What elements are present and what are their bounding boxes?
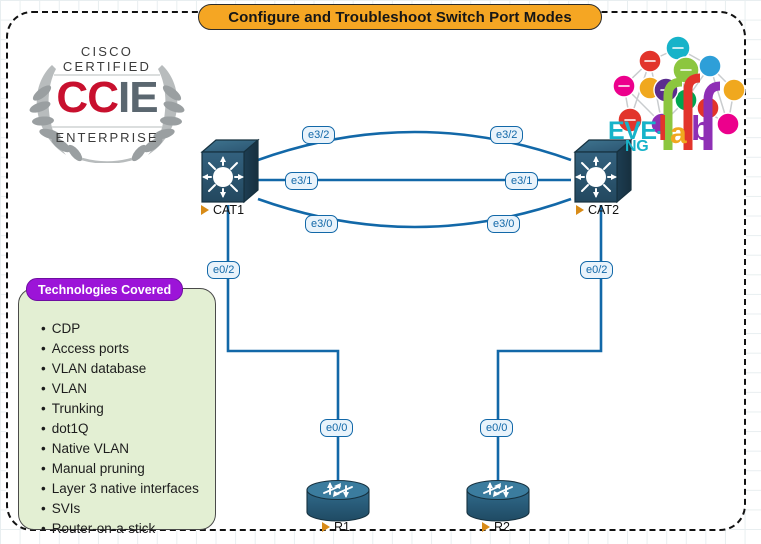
- interface-label-cat2-e3-0[interactable]: e3/0: [487, 215, 521, 233]
- interface-label-cat1-e3-2[interactable]: e3/2: [302, 126, 336, 144]
- list-item: dot1Q: [41, 419, 199, 439]
- node-label-cat2-text: CAT2: [588, 203, 620, 217]
- play-triangle-icon: [201, 205, 209, 215]
- interface-label-cat2-e3-1[interactable]: e3/1: [505, 172, 539, 190]
- page-title: Configure and Troubleshoot Switch Port M…: [228, 8, 572, 26]
- play-triangle-icon: [322, 522, 330, 532]
- list-item: CDP: [41, 319, 199, 339]
- eveng-a-text: a: [670, 117, 687, 150]
- interface-label-cat1-e3-1[interactable]: e3/1: [285, 172, 319, 190]
- node-label-r1[interactable]: R1: [322, 520, 350, 534]
- eveng-ng-text: NG: [625, 138, 649, 155]
- list-item: Manual pruning: [41, 459, 199, 479]
- eveng-b-text: b: [691, 110, 712, 148]
- ccie-track-text: ENTERPRISE: [55, 130, 159, 145]
- interface-label-r1-e0-0[interactable]: e0/0: [320, 419, 354, 437]
- technologies-covered-badge: Technologies Covered: [26, 278, 184, 301]
- node-label-r2-text: R2: [494, 520, 510, 534]
- eve-ng-wordmark: EVE- NG l a b: [608, 110, 758, 157]
- interface-label-cat2-e3-2[interactable]: e3/2: [490, 126, 524, 144]
- list-item: VLAN: [41, 379, 199, 399]
- diagram-canvas: CISCO CERTIFIED CCIE ENTERPRISE Configur…: [0, 0, 761, 544]
- interface-label-cat1-e0-2[interactable]: e0/2: [207, 261, 241, 279]
- ccie-acronym: CCIE: [22, 73, 192, 123]
- node-label-cat1-text: CAT1: [213, 203, 245, 217]
- interface-label-cat2-e0-2[interactable]: e0/2: [580, 261, 614, 279]
- play-triangle-icon: [576, 205, 584, 215]
- play-triangle-icon: [482, 522, 490, 532]
- ccie-acronym-cc: CC: [56, 73, 119, 122]
- list-item: SVIs: [41, 499, 199, 519]
- list-item: Layer 3 native interfaces: [41, 479, 199, 499]
- interface-label-r2-e0-0[interactable]: e0/0: [480, 419, 514, 437]
- ccie-acronym-ie: IE: [117, 73, 159, 122]
- list-item: VLAN database: [41, 359, 199, 379]
- eveng-l-text: l: [658, 110, 668, 148]
- node-label-cat2[interactable]: CAT2: [576, 203, 619, 217]
- node-label-cat1[interactable]: CAT1: [201, 203, 244, 217]
- page-title-banner: Configure and Troubleshoot Switch Port M…: [198, 4, 602, 30]
- list-item: Access ports: [41, 339, 199, 359]
- interface-label-cat1-e3-0[interactable]: e3/0: [305, 215, 339, 233]
- list-item: Native VLAN: [41, 439, 199, 459]
- technologies-list: CDP Access ports VLAN database VLAN Trun…: [41, 319, 199, 539]
- list-item: Router-on-a-stick: [41, 519, 199, 539]
- ccie-cisco-text: CISCO: [80, 44, 134, 59]
- ccie-certification-logo: CISCO CERTIFIED CCIE ENTERPRISE: [22, 35, 192, 163]
- ccie-certified-text: CERTIFIED: [62, 59, 152, 74]
- technologies-covered-panel: CDP Access ports VLAN database VLAN Trun…: [18, 288, 216, 536]
- technologies-covered-badge-label: Technologies Covered: [38, 282, 172, 297]
- node-label-r1-text: R1: [334, 520, 350, 534]
- node-label-r2[interactable]: R2: [482, 520, 510, 534]
- list-item: Trunking: [41, 399, 199, 419]
